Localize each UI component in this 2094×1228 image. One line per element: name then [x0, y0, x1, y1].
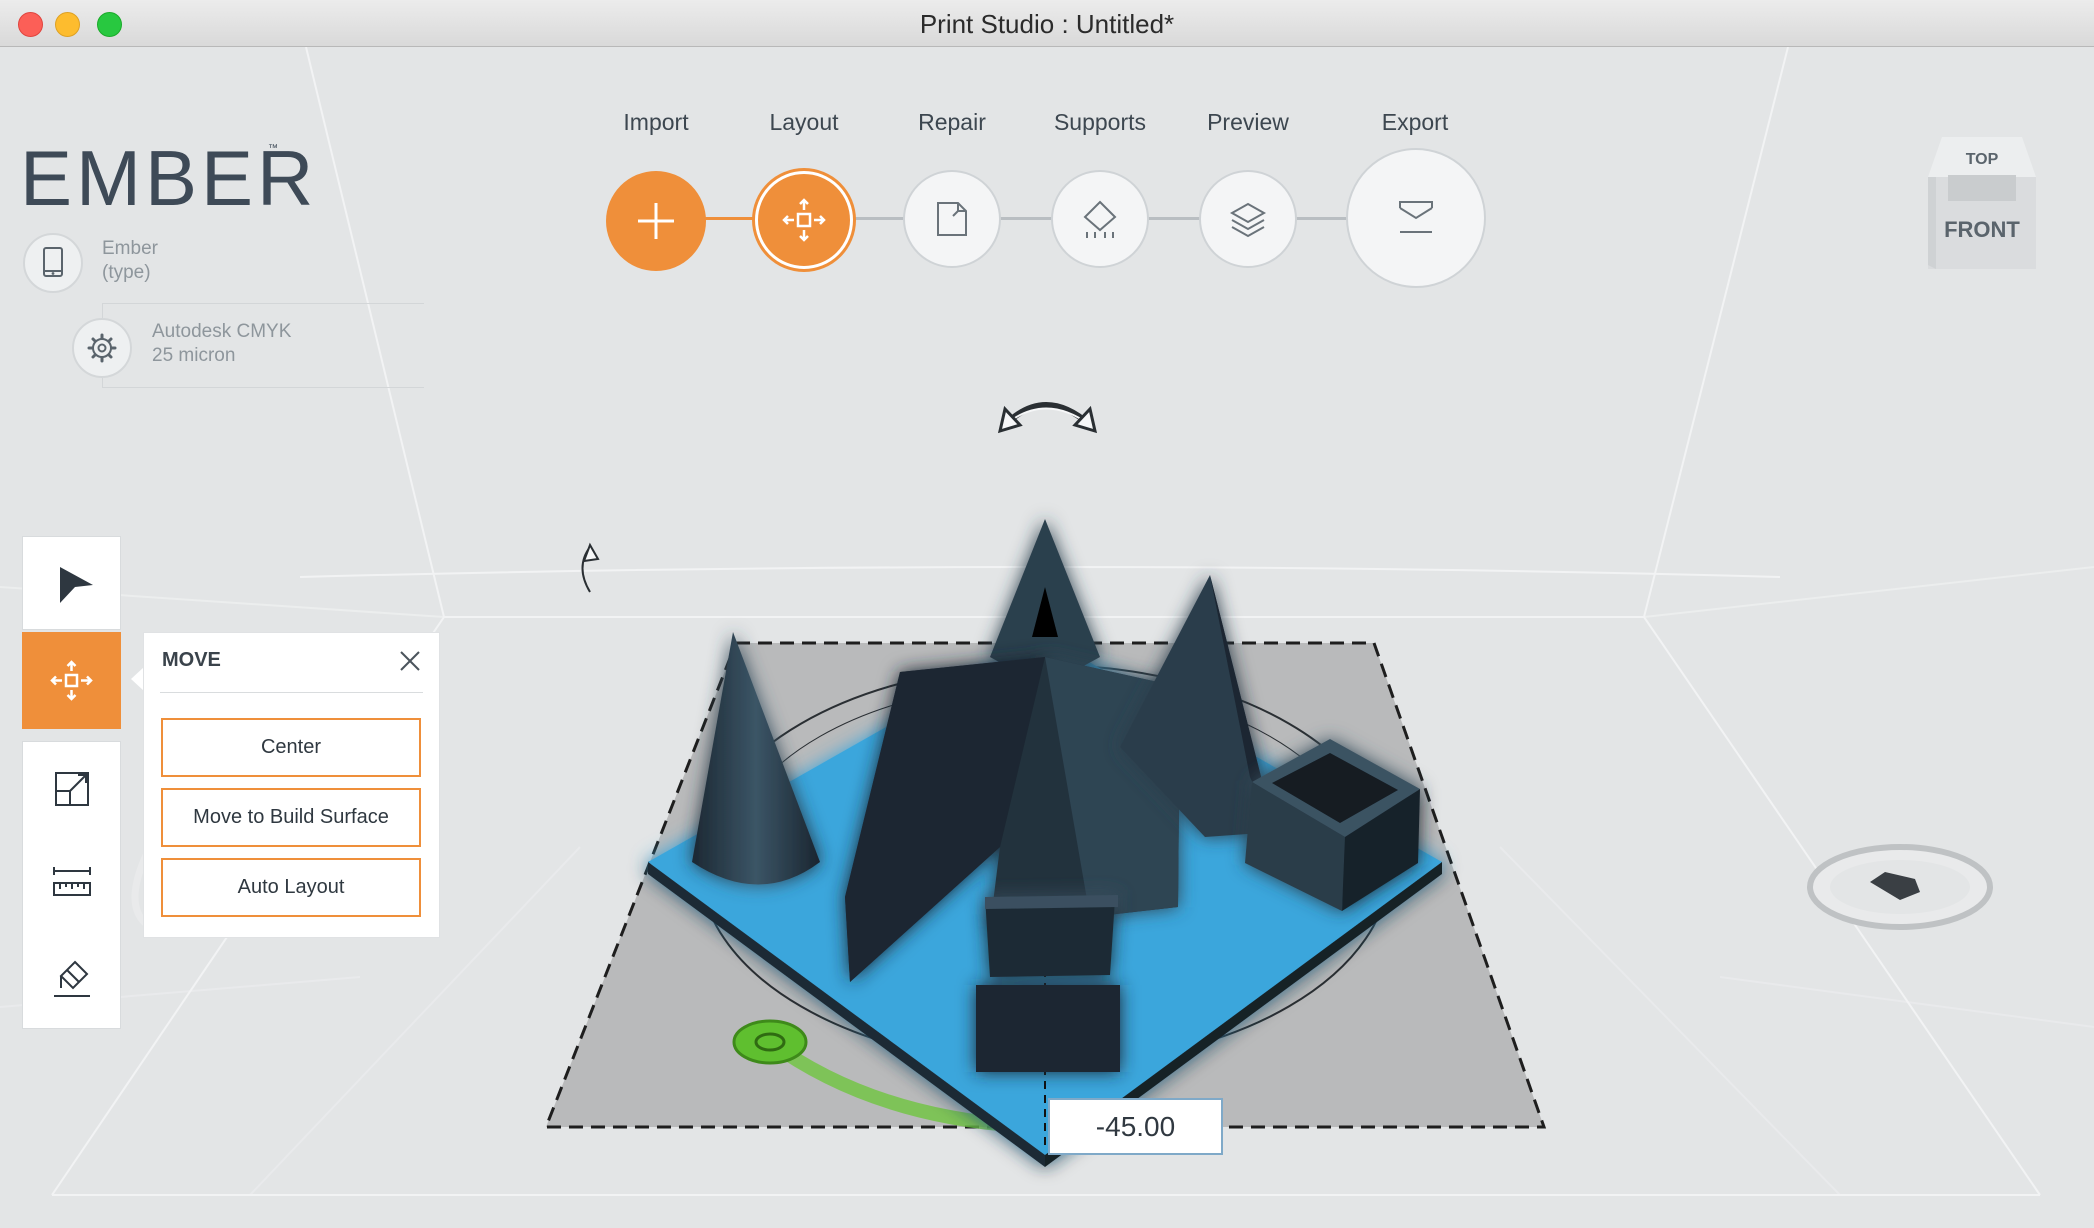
step-layout-button[interactable]: [755, 171, 853, 269]
window-title: Print Studio : Untitled*: [919, 9, 1175, 39]
trademark-symbol: ™: [268, 143, 278, 154]
plus-icon: [638, 203, 674, 239]
step-label-repair: Repair: [918, 109, 986, 135]
printer-type: (type): [102, 262, 151, 283]
auto-layout-button[interactable]: Auto Layout: [161, 858, 421, 917]
pointer-arrow-icon: [60, 567, 93, 603]
step-repair-button[interactable]: [903, 170, 1001, 268]
step-label-supports: Supports: [1053, 109, 1147, 135]
rotate-vertical-gizmo[interactable]: [581, 542, 600, 593]
move-panel: MOVE Center Move to Build Surface Auto L…: [143, 632, 440, 938]
gear-icon: [87, 333, 117, 363]
view-cube[interactable]: TOP FRONT: [1928, 137, 2036, 269]
paint-tool-button[interactable]: [23, 934, 120, 1030]
view-cube-top-label[interactable]: TOP: [1966, 151, 1999, 168]
material-divider: [102, 387, 424, 388]
printer-name: Ember: [102, 238, 158, 259]
material-settings-button[interactable]: [72, 318, 132, 378]
move-arrows-icon: [50, 660, 93, 701]
view-cube-front-label[interactable]: FRONT: [1944, 217, 2020, 242]
rotation-angle-input[interactable]: [1048, 1098, 1223, 1155]
close-icon[interactable]: [397, 648, 423, 674]
printer-tablet-icon[interactable]: [23, 233, 83, 293]
ruler-icon: [53, 867, 91, 896]
material-name: Autodesk CMYK: [152, 321, 292, 342]
scale-tool-button[interactable]: [23, 742, 120, 838]
side-ring-widget: [1807, 844, 1993, 930]
scale-icon: [55, 772, 89, 806]
step-preview-button[interactable]: [1199, 170, 1297, 268]
eraser-icon: [54, 960, 90, 997]
title-bar: Print Studio : Untitled*: [0, 0, 2094, 47]
layers-icon: [1229, 202, 1267, 238]
step-label-export: Export: [1381, 109, 1449, 135]
step-label-preview: Preview: [1207, 109, 1289, 135]
measure-tool-button[interactable]: [23, 838, 120, 934]
move-panel-title: MOVE: [162, 649, 221, 671]
repair-icon: [937, 202, 967, 236]
connector-preview-export: [1292, 217, 1352, 220]
step-supports-button[interactable]: [1051, 170, 1149, 268]
supports-icon: [1083, 200, 1117, 238]
print-studio-window: Print Studio : Untitled* EMBER ™ Ember (…: [0, 0, 2094, 1228]
step-import-button[interactable]: [606, 171, 706, 271]
center-button[interactable]: Center: [161, 718, 421, 777]
step-label-import: Import: [623, 109, 689, 135]
move-to-build-surface-button[interactable]: Move to Build Surface: [161, 788, 421, 847]
export-tray-icon: [1399, 201, 1433, 233]
rotate-horizontal-gizmo[interactable]: [997, 402, 1098, 434]
rotation-handle[interactable]: [732, 1019, 808, 1065]
layer-thickness: 25 micron: [152, 345, 236, 366]
step-export-button[interactable]: [1346, 148, 1486, 288]
move-tool-button[interactable]: [22, 632, 121, 729]
tablet-icon: [43, 247, 63, 277]
step-label-layout: Layout: [769, 109, 839, 135]
move-arrows-icon: [782, 198, 826, 242]
secondary-tool-group: [22, 741, 121, 1029]
printer-divider: [102, 303, 424, 304]
move-panel-divider: [160, 692, 423, 693]
3d-viewport[interactable]: EMBER ™ Ember (type) Autodesk CMYK 25 mi…: [0, 47, 2094, 1228]
select-tool-button[interactable]: [22, 536, 121, 630]
